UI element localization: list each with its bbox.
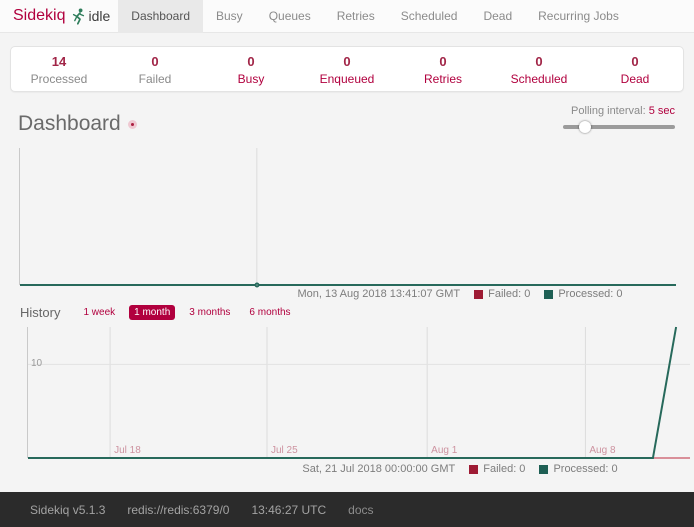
sidekiq-brand[interactable]: Sidekiq	[13, 7, 65, 25]
legend-failed: Failed: 0	[474, 288, 530, 300]
realtime-chart	[19, 148, 676, 285]
stat-dead[interactable]: 0 Dead	[587, 47, 683, 91]
stat-scheduled[interactable]: 0 Scheduled	[491, 47, 587, 91]
tab-scheduled[interactable]: Scheduled	[388, 0, 471, 33]
footer-version: Sidekiq v5.1.3	[30, 503, 105, 517]
polling-interval-slider[interactable]	[563, 125, 675, 129]
stat-processed-label: Processed	[11, 72, 107, 86]
tab-dashboard[interactable]: Dashboard	[118, 0, 203, 33]
stat-busy-label[interactable]: Busy	[203, 72, 299, 86]
processed-swatch-icon	[544, 290, 553, 299]
stat-dead-label[interactable]: Dead	[587, 72, 683, 86]
page-title: Dashboard	[18, 112, 137, 136]
history-title: History	[20, 305, 60, 320]
range-1-week[interactable]: 1 week	[78, 305, 120, 320]
footer: Sidekiq v5.1.3 redis://redis:6379/0 13:4…	[0, 492, 694, 527]
processed-swatch-icon	[539, 465, 548, 474]
legend-timestamp: Sat, 21 Jul 2018 00:00:00 GMT	[302, 463, 455, 475]
x-axis-tick-label: Aug 8	[589, 445, 615, 456]
stat-scheduled-count: 0	[491, 54, 587, 69]
stat-processed: 14 Processed	[11, 47, 107, 91]
stat-enqueued-label[interactable]: Enqueued	[299, 72, 395, 86]
navbar: Sidekiq idle Dashboard Busy Queues Retri…	[0, 0, 694, 33]
summary-stats-bar: 14 Processed 0 Failed 0 Busy 0 Enqueued …	[10, 46, 684, 92]
legend-timestamp: Mon, 13 Aug 2018 13:41:07 GMT	[297, 288, 460, 300]
history-header: History 1 week 1 month 3 months 6 months	[20, 305, 305, 320]
stat-retries-label[interactable]: Retries	[395, 72, 491, 86]
stat-busy-count: 0	[203, 54, 299, 69]
legend-processed-text: Processed: 0	[553, 463, 617, 475]
x-axis-tick-label: Jul 18	[114, 445, 141, 456]
legend-failed-text: Failed: 0	[488, 288, 530, 300]
polling-interval-text: Polling interval:	[571, 105, 646, 117]
legend-failed-text: Failed: 0	[483, 463, 525, 475]
y-axis-tick-label: 10	[31, 358, 42, 369]
legend-processed: Processed: 0	[539, 463, 617, 475]
page-title-text: Dashboard	[18, 112, 121, 135]
history-chart-legend: Sat, 21 Jul 2018 00:00:00 GMT Failed: 0 …	[240, 463, 694, 475]
sidekiq-runner-icon	[71, 8, 85, 25]
stat-failed: 0 Failed	[107, 47, 203, 91]
range-1-month[interactable]: 1 month	[129, 305, 175, 320]
slider-thumb[interactable]	[579, 121, 591, 133]
current-point-marker	[254, 283, 259, 288]
legend-processed: Processed: 0	[544, 288, 622, 300]
stat-enqueued[interactable]: 0 Enqueued	[299, 47, 395, 91]
footer-docs-link[interactable]: docs	[348, 503, 373, 517]
footer-redis-url: redis://redis:6379/0	[127, 503, 229, 517]
legend-failed: Failed: 0	[469, 463, 525, 475]
tab-retries[interactable]: Retries	[324, 0, 388, 33]
legend-processed-text: Processed: 0	[558, 288, 622, 300]
range-6-months[interactable]: 6 months	[244, 305, 295, 320]
x-axis-tick-label: Aug 1	[431, 445, 457, 456]
stat-enqueued-count: 0	[299, 54, 395, 69]
stat-processed-count: 14	[11, 54, 107, 69]
tab-queues[interactable]: Queues	[256, 0, 324, 33]
polling-interval-label: Polling interval: 5 sec	[571, 105, 675, 117]
tab-busy[interactable]: Busy	[203, 0, 256, 33]
stat-scheduled-label[interactable]: Scheduled	[491, 72, 587, 86]
stat-dead-count: 0	[587, 54, 683, 69]
polling-interval-value: 5 sec	[649, 105, 675, 117]
stat-retries[interactable]: 0 Retries	[395, 47, 491, 91]
status-text: idle	[88, 8, 110, 24]
tab-dead[interactable]: Dead	[470, 0, 525, 33]
range-3-months[interactable]: 3 months	[184, 305, 235, 320]
history-chart: Jul 18 Jul 25 Aug 1 Aug 8 10	[27, 327, 690, 458]
stat-failed-label: Failed	[107, 72, 203, 86]
footer-server-time: 13:46:27 UTC	[251, 503, 326, 517]
failed-swatch-icon	[474, 290, 483, 299]
realtime-chart-legend: Mon, 13 Aug 2018 13:41:07 GMT Failed: 0 …	[240, 288, 694, 300]
stat-busy[interactable]: 0 Busy	[203, 47, 299, 91]
chart-canvas	[20, 148, 676, 285]
stat-failed-count: 0	[107, 54, 203, 69]
stat-retries-count: 0	[395, 54, 491, 69]
failed-swatch-icon	[469, 465, 478, 474]
live-poll-beacon-icon	[128, 120, 137, 129]
x-axis-tick-label: Jul 25	[271, 445, 298, 456]
chart-canvas	[28, 327, 690, 458]
tab-recurring-jobs[interactable]: Recurring Jobs	[525, 0, 632, 33]
